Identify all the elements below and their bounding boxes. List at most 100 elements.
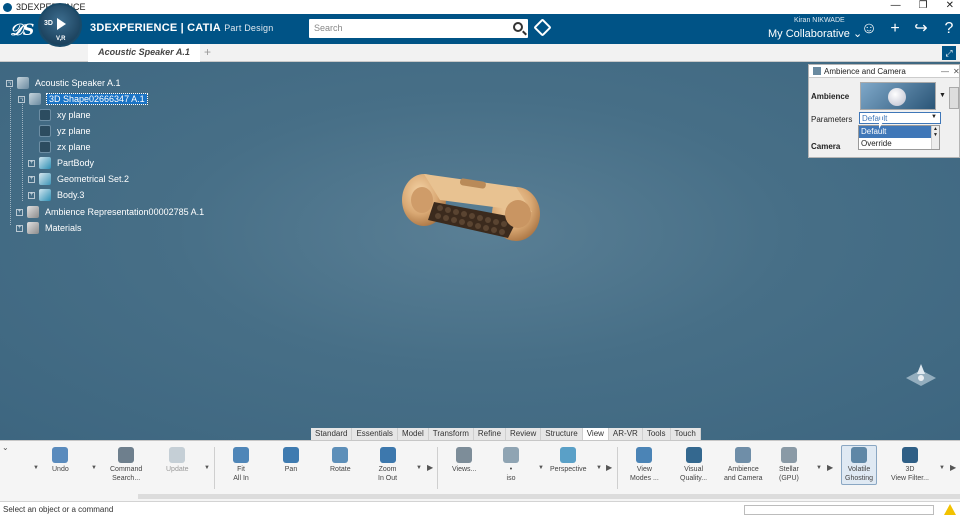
- dropdown-scrollbar[interactable]: ▲ ▼: [931, 126, 939, 149]
- speaker-model[interactable]: [400, 168, 545, 250]
- command-search-button[interactable]: Command Search...: [110, 447, 142, 483]
- view-modes-button[interactable]: View Modes ...: [630, 447, 659, 483]
- brand-sub: Part Design: [224, 23, 274, 33]
- dropdown-icon[interactable]: ▼: [416, 465, 422, 471]
- undo-label: Undo: [52, 466, 69, 473]
- toolbar-separator: [437, 447, 438, 489]
- fit-all-label-2: All In: [233, 475, 249, 482]
- maximize-button[interactable]: ❐: [919, 0, 928, 11]
- section-touch[interactable]: Touch: [671, 428, 701, 440]
- volatile-ghosting-label-2: Ghosting: [845, 475, 874, 482]
- play-icon[interactable]: [57, 18, 66, 30]
- tree-node-zx-plane[interactable]: zx plane: [39, 140, 91, 154]
- toolbar-next-arrow-icon[interactable]: ▶: [827, 463, 833, 472]
- user-icon[interactable]: ☺: [860, 20, 878, 38]
- tag-icon[interactable]: [533, 18, 552, 37]
- iso-view-button[interactable]: • iso: [503, 447, 519, 483]
- expand-icon[interactable]: ⤢: [942, 46, 956, 60]
- tree-node-materials[interactable]: + Materials: [16, 221, 82, 235]
- collab-space-selector[interactable]: My Collaborative ⌄: [768, 27, 862, 40]
- search-icon[interactable]: [513, 22, 523, 32]
- toolbar-next-arrow-icon[interactable]: ▶: [606, 463, 612, 472]
- orientation-gizmo-icon[interactable]: [902, 362, 940, 392]
- tree-node-root[interactable]: − Acoustic Speaker A.1: [6, 76, 121, 90]
- tree-node-ambience-rep[interactable]: + Ambience Representation00002785 A.1: [16, 205, 204, 219]
- tree-node-geoset[interactable]: + Geometrical Set.2: [28, 172, 129, 186]
- expand-node-icon[interactable]: +: [28, 191, 35, 199]
- compass-widget[interactable]: 3D V,R: [38, 3, 82, 47]
- perspective-button[interactable]: Perspective: [550, 447, 587, 474]
- section-transform[interactable]: Transform: [429, 428, 474, 440]
- dropdown-icon[interactable]: ▼: [33, 465, 39, 471]
- dropdown-icon[interactable]: ▼: [939, 465, 945, 471]
- views-icon: [456, 447, 473, 463]
- pan-button[interactable]: Pan: [283, 447, 299, 474]
- search-input[interactable]: Search: [309, 19, 528, 38]
- expand-node-icon[interactable]: +: [28, 159, 35, 167]
- update-button[interactable]: Update: [166, 447, 189, 474]
- view-filter-icon: [902, 447, 918, 463]
- 3d-view-filter-button[interactable]: 3D View Filter...: [891, 447, 929, 483]
- tree-label-partbody: PartBody: [57, 158, 95, 168]
- toolbar-next-arrow-icon[interactable]: ▶: [950, 463, 956, 472]
- minimize-button[interactable]: —: [891, 0, 901, 11]
- tree-node-body3[interactable]: + Body.3: [28, 188, 84, 202]
- fit-all-in-button[interactable]: Fit All In: [233, 447, 249, 483]
- section-ar-vr[interactable]: AR-VR: [609, 428, 643, 440]
- ds-logo-icon[interactable]: 𝒟S: [10, 20, 34, 40]
- status-command-input[interactable]: [744, 505, 934, 515]
- section-essentials[interactable]: Essentials: [352, 428, 398, 440]
- tree-node-partbody[interactable]: + PartBody: [28, 156, 94, 170]
- rotate-button[interactable]: Rotate: [330, 447, 351, 474]
- collapse-icon[interactable]: −: [18, 95, 25, 103]
- zoom-in-out-button[interactable]: Zoom In Out: [378, 447, 397, 483]
- dropdown-icon[interactable]: ▼: [204, 465, 210, 471]
- tree-node-yz-plane[interactable]: yz plane: [39, 124, 91, 138]
- ambience-side-button[interactable]: [949, 87, 959, 109]
- ambience-camera-button[interactable]: Ambience and Camera: [724, 447, 763, 483]
- ambience-preview[interactable]: [860, 82, 936, 110]
- collapse-icon[interactable]: −: [6, 79, 13, 87]
- section-tools[interactable]: Tools: [643, 428, 671, 440]
- section-review[interactable]: Review: [506, 428, 542, 440]
- tab-acoustic-speaker[interactable]: Acoustic Speaker A.1: [88, 44, 200, 62]
- share-icon[interactable]: ↪: [912, 20, 930, 38]
- add-tab-button[interactable]: +: [204, 45, 211, 59]
- stellar-gpu-button[interactable]: Stellar (GPU): [779, 447, 799, 483]
- warning-icon[interactable]: [944, 504, 956, 515]
- section-standard[interactable]: Standard: [311, 428, 353, 440]
- app-header: 𝒟S 3DEXPERIENCE | CATIA Part Design Sear…: [0, 14, 960, 44]
- section-view[interactable]: View: [582, 428, 609, 440]
- collab-space-label: My Collaborative: [768, 28, 850, 40]
- panel-close-icon[interactable]: ✕: [953, 67, 960, 76]
- camera-label: Camera: [811, 142, 841, 151]
- expand-node-icon[interactable]: +: [16, 224, 23, 232]
- dropdown-icon[interactable]: ▼: [816, 465, 822, 471]
- dropdown-icon[interactable]: ▼: [596, 465, 602, 471]
- plus-icon[interactable]: +: [886, 20, 904, 38]
- visual-quality-button[interactable]: Visual Quality...: [680, 447, 707, 483]
- expand-node-icon[interactable]: +: [28, 175, 35, 183]
- volatile-ghosting-button[interactable]: Volatile Ghosting: [841, 445, 878, 485]
- option-override[interactable]: Override: [859, 138, 939, 150]
- dropdown-icon[interactable]: ▼: [538, 465, 544, 471]
- collapse-toolbar-icon[interactable]: ⌄: [2, 443, 9, 452]
- toolbar-scrollbar[interactable]: [138, 494, 960, 499]
- undo-button[interactable]: Undo: [52, 447, 69, 474]
- expand-node-icon[interactable]: +: [16, 208, 23, 216]
- ambience-dropdown-icon[interactable]: ▼: [939, 92, 946, 99]
- section-structure[interactable]: Structure: [541, 428, 583, 440]
- iso-label: iso: [506, 475, 516, 482]
- panel-minimize-icon[interactable]: —: [941, 67, 949, 76]
- option-default[interactable]: Default: [859, 126, 939, 138]
- tree-node-xy-plane[interactable]: xy plane: [39, 108, 91, 122]
- section-model[interactable]: Model: [398, 428, 429, 440]
- help-icon[interactable]: ?: [940, 20, 958, 38]
- views-button[interactable]: Views...: [452, 447, 476, 474]
- close-button[interactable]: ✕: [946, 0, 954, 11]
- toolbar-next-arrow-icon[interactable]: ▶: [427, 463, 433, 472]
- dropdown-icon[interactable]: ▼: [91, 465, 97, 471]
- section-refine[interactable]: Refine: [474, 428, 507, 440]
- tree-node-shape[interactable]: − 3D Shape02666347 A.1: [18, 92, 148, 106]
- parameters-select[interactable]: Default ▼: [859, 112, 941, 124]
